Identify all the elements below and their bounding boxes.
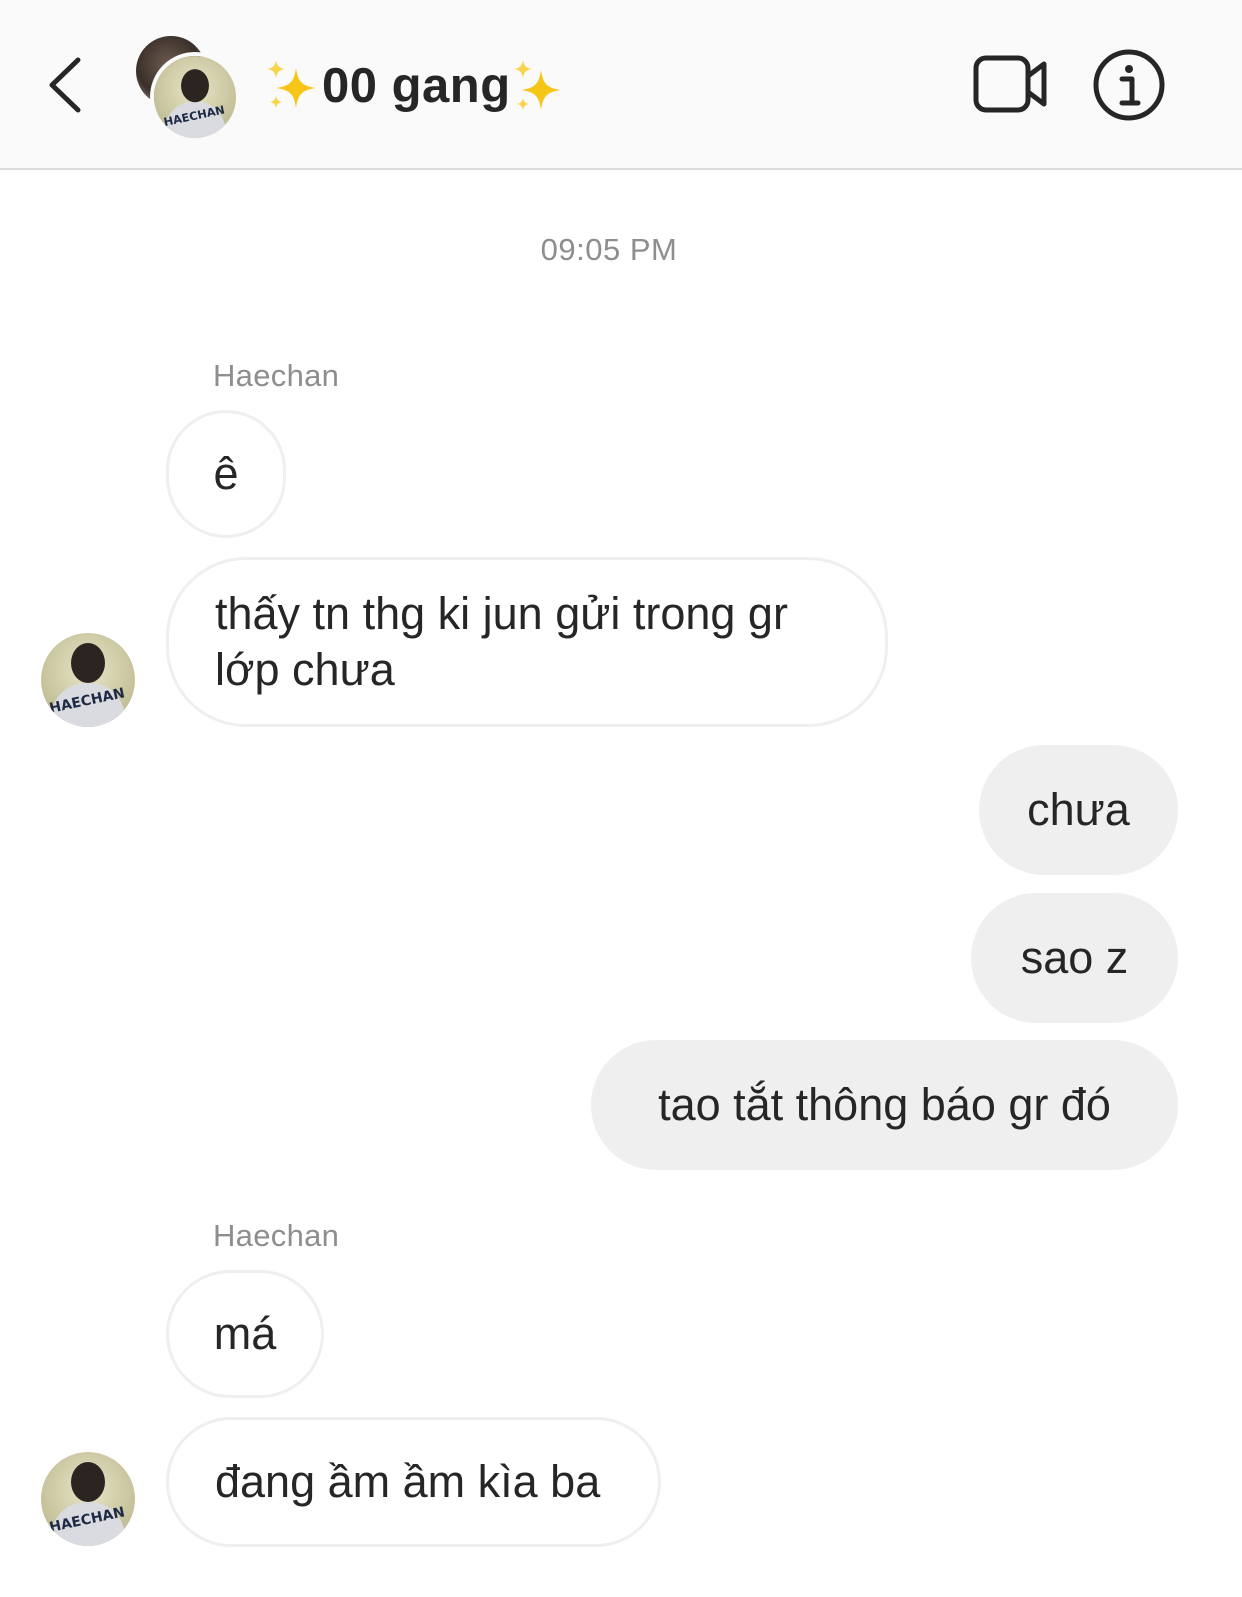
message-text: chưa — [1027, 784, 1130, 835]
outgoing-message-bubble[interactable]: tao tắt thông báo gr đó — [591, 1040, 1178, 1170]
info-icon — [1093, 49, 1165, 121]
incoming-message-bubble[interactable]: má — [166, 1270, 324, 1398]
message-text: thấy tn thg ki jun gửi trong gr lớp chưa — [215, 588, 788, 695]
chevron-left-icon — [49, 57, 81, 113]
sender-avatar[interactable]: HAECHAN — [41, 633, 135, 727]
back-button[interactable] — [38, 50, 98, 120]
group-avatar[interactable]: HAECHAN — [136, 36, 240, 142]
sparkles-icon — [267, 60, 316, 108]
outgoing-message-bubble[interactable]: chưa — [979, 745, 1178, 875]
chat-header: HAECHAN 00 gang — [0, 0, 1242, 170]
group-title-text: 00 gang — [322, 59, 511, 113]
sender-avatar[interactable]: HAECHAN — [41, 1452, 135, 1546]
message-text: má — [213, 1308, 277, 1359]
video-call-button[interactable] — [972, 52, 1050, 116]
message-text: đang ầm ầm kìa ba — [215, 1456, 601, 1507]
message-timestamp: 09:05 PM — [540, 232, 678, 267]
incoming-message-bubble[interactable]: thấy tn thg ki jun gửi trong gr lớp chưa — [166, 557, 888, 727]
sender-name: Haechan — [213, 1218, 340, 1253]
incoming-message-bubble[interactable]: đang ầm ầm kìa ba — [166, 1417, 661, 1547]
message-text: tao tắt thông báo gr đó — [658, 1079, 1111, 1130]
member-avatar-2: HAECHAN — [150, 52, 240, 142]
incoming-message-bubble[interactable]: ê — [166, 410, 286, 538]
outgoing-message-bubble[interactable]: sao z — [971, 893, 1178, 1023]
sender-name: Haechan — [213, 358, 340, 393]
message-text: ê — [213, 448, 239, 499]
info-button[interactable] — [1092, 48, 1166, 122]
video-camera-icon — [973, 55, 1047, 113]
sparkles-icon — [513, 60, 561, 110]
group-title[interactable]: 00 gang — [262, 54, 571, 118]
message-text: sao z — [1020, 932, 1129, 983]
